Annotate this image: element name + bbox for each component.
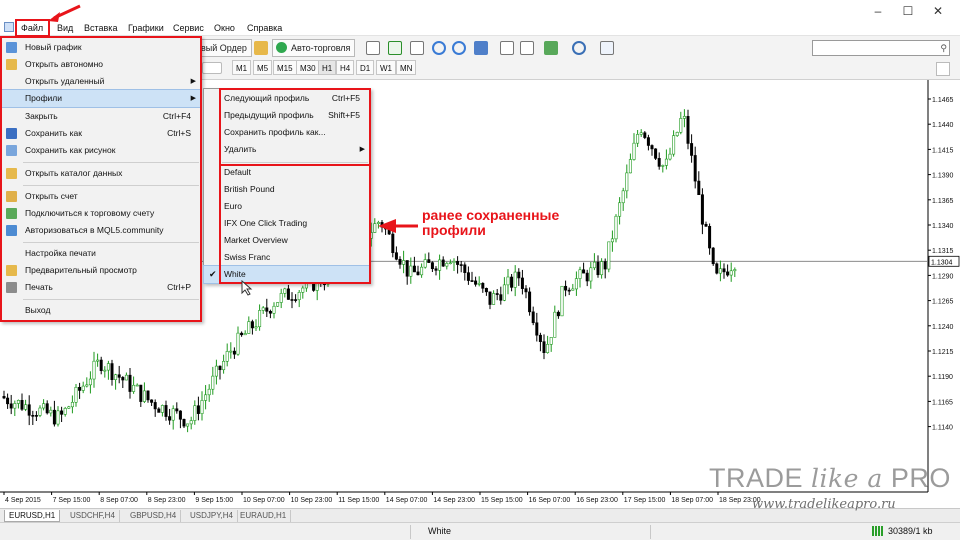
arrowhead-profiles: [378, 219, 396, 233]
annotation-line1: ранее сохраненные: [422, 207, 560, 223]
watermark-logo: TRADE like a PRO: [709, 463, 951, 493]
annotation-arrows: [48, 4, 418, 233]
annotation-line2: профили: [422, 222, 486, 238]
arrowhead-file-menu: [48, 12, 60, 22]
annotation-text: ранее сохраненные профили: [422, 208, 559, 238]
mouse-cursor-icon: [241, 280, 253, 296]
watermark-url: www.tradelikeapro.ru: [752, 497, 896, 512]
